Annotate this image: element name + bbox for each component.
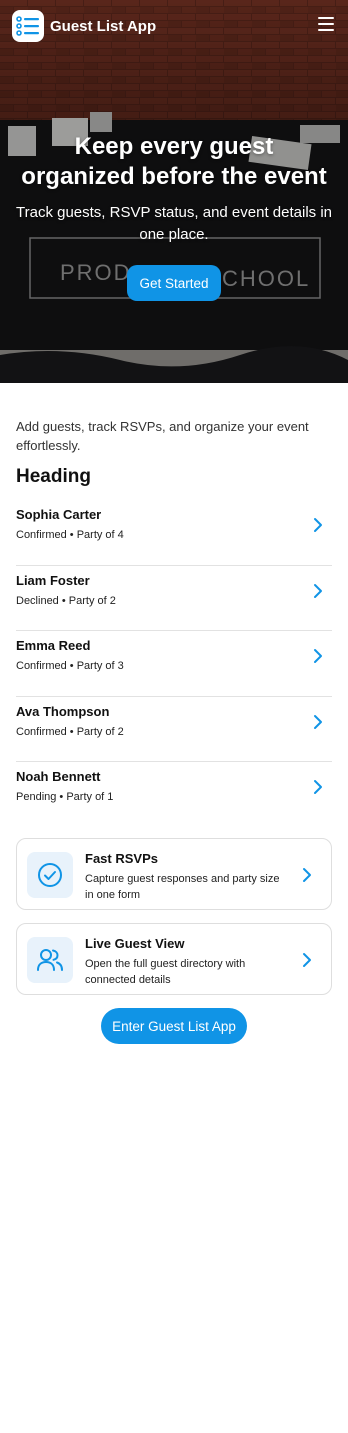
guest-name: Sophia Carter xyxy=(16,507,102,522)
check-circle-icon xyxy=(27,852,73,898)
section-heading: Heading xyxy=(16,466,91,487)
feature-title: Live Guest View xyxy=(85,936,185,951)
users-icon xyxy=(27,937,73,983)
app-title[interactable]: Guest List App xyxy=(50,18,156,35)
guest-status: Confirmed • Party of 4 xyxy=(16,529,124,541)
chevron-right-icon[interactable] xyxy=(312,779,324,795)
guest-status: Confirmed • Party of 2 xyxy=(16,725,124,738)
feature-description: Capture guest responses and party size i… xyxy=(85,873,280,901)
feature-title: Fast RSVPs xyxy=(85,851,158,866)
feature-description: Open the full guest directory with conne… xyxy=(85,958,246,986)
hamburger-menu-icon[interactable] xyxy=(318,17,334,31)
top-navigation-bar: Guest List App xyxy=(0,0,348,52)
hero-subtitle: Track guests, RSVP status, and event det… xyxy=(16,204,332,243)
guest-name: Emma Reed xyxy=(16,638,91,653)
get-started-button[interactable]: Get Started xyxy=(127,265,221,301)
chevron-right-icon[interactable] xyxy=(312,517,324,533)
chevron-right-icon[interactable] xyxy=(312,583,324,599)
guest-status: Pending • Party of 1 xyxy=(16,791,114,803)
guest-name: Liam Foster xyxy=(16,572,90,588)
chevron-right-icon[interactable] xyxy=(312,714,324,730)
guest-status: Confirmed • Party of 3 xyxy=(16,660,124,672)
chevron-right-icon[interactable] xyxy=(312,648,324,664)
list-item[interactable]: Sophia Carter Confirmed • Party of 4 xyxy=(16,500,332,566)
hero-title: Keep every guest organized before the ev… xyxy=(0,132,348,192)
list-item[interactable]: Liam Foster Declined • Party of 2 xyxy=(16,566,332,631)
list-icon[interactable] xyxy=(12,10,44,42)
enter-app-button[interactable]: Enter Guest List App xyxy=(101,1008,247,1044)
guest-name: Ava Thompson xyxy=(16,703,110,719)
guest-list: Sophia Carter Confirmed • Party of 4 Lia… xyxy=(16,500,332,828)
chevron-right-icon[interactable] xyxy=(301,952,313,968)
list-item[interactable]: Emma Reed Confirmed • Party of 3 xyxy=(16,631,332,697)
feature-card-fast-rsvps[interactable]: Fast RSVPs Capture guest responses and p… xyxy=(16,838,332,910)
intro-text: Add guests, track RSVPs, and organize yo… xyxy=(16,419,309,453)
feature-card-live-guest-view[interactable]: Live Guest View Open the full guest dire… xyxy=(16,923,332,995)
chevron-right-icon[interactable] xyxy=(301,867,313,883)
list-item[interactable]: Ava Thompson Confirmed • Party of 2 xyxy=(16,697,332,762)
hero-title-line1: Keep every guest xyxy=(74,133,274,160)
guest-name: Noah Bennett xyxy=(16,769,101,784)
hero-section: PROD CHOOL Guest List App Keep every gue… xyxy=(0,0,348,383)
list-item[interactable]: Noah Bennett Pending • Party of 1 xyxy=(16,762,332,828)
hero-title-line2: organized before the event xyxy=(21,163,327,190)
guest-status: Declined • Party of 2 xyxy=(16,594,116,607)
